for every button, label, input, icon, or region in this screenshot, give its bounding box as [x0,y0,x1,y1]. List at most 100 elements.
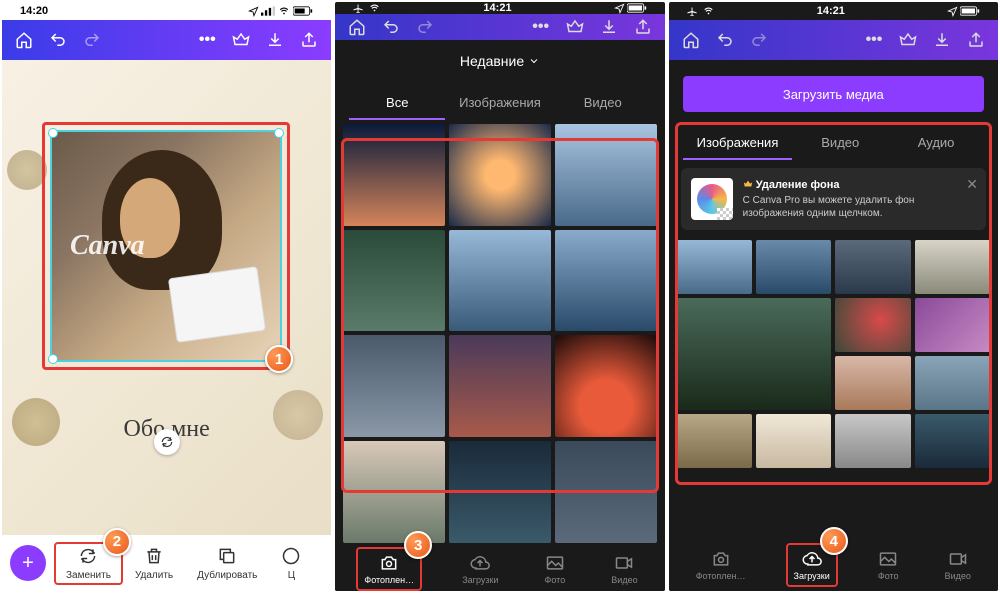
tab-video[interactable]: Видео [792,127,888,160]
upload-thumb[interactable] [835,414,910,468]
airplane-icon [687,6,698,17]
add-button[interactable]: + [10,545,46,581]
close-icon[interactable]: ✕ [966,176,978,193]
home-icon[interactable] [14,30,34,50]
photo-thumb[interactable] [449,441,551,543]
photo-thumb[interactable] [343,230,445,332]
photo-thumb[interactable] [449,230,551,332]
tab-video[interactable]: Видео [555,87,651,120]
download-icon[interactable] [265,30,285,50]
recent-dropdown[interactable]: Недавние [335,40,664,82]
home-icon[interactable] [681,30,701,50]
upload-thumb[interactable] [677,414,752,468]
resize-handle[interactable] [48,128,58,138]
upload-thumb[interactable] [915,356,990,410]
decorative-flower [7,150,47,190]
home-icon[interactable] [347,17,367,37]
redo-icon[interactable] [82,30,102,50]
redo-icon[interactable] [415,17,435,37]
upload-thumb[interactable] [835,356,910,410]
photo-thumb[interactable] [555,335,657,437]
more-icon[interactable]: ••• [531,17,551,37]
resize-handle[interactable] [274,128,284,138]
bottom-nav: Фотоплен… 3 Загрузки Фото Видео [335,547,664,591]
decorative-flower [273,390,323,440]
photo-grid[interactable] [335,120,664,547]
photo-placeholder[interactable]: Canva [52,132,280,360]
crown-icon[interactable] [231,30,251,50]
delete-button[interactable]: Удалить [123,542,185,585]
share-icon[interactable] [299,30,319,50]
tab-audio[interactable]: Аудио [888,127,984,160]
upload-thumb[interactable] [915,298,990,352]
nav-photo[interactable]: Фото [539,549,572,589]
sync-icon[interactable] [154,429,180,455]
canvas-area[interactable]: Canva 1 Обо мне [2,60,331,591]
uploads-grid[interactable] [669,234,998,474]
canva-watermark: Canva [70,230,145,262]
crown-icon[interactable] [565,17,585,37]
photo-thumb[interactable] [555,124,657,226]
nav-uploads[interactable]: Загрузки [456,549,504,589]
nav-camera-roll[interactable]: Фотоплен… [690,545,752,585]
nav-photo[interactable]: Фото [872,545,905,585]
more-icon[interactable]: ••• [864,30,884,50]
replace-button[interactable]: Заменить 2 [54,542,123,585]
share-icon[interactable] [633,17,653,37]
battery-icon [627,3,647,13]
upload-thumb[interactable] [677,298,832,410]
download-icon[interactable] [932,30,952,50]
nav-camera-roll[interactable]: Фотоплен… 3 [356,547,422,591]
upload-thumb[interactable] [915,240,990,294]
bottom-nav: Фотоплен… Загрузки 4 Фото Видео [669,539,998,591]
photo-thumb[interactable] [555,230,657,332]
nav-label: Фотоплен… [364,575,414,585]
battery-icon [293,6,313,16]
nav-label: Фотоплен… [696,571,746,581]
upload-thumb[interactable] [677,240,752,294]
upload-media-button[interactable]: Загрузить медиа [683,76,984,112]
upload-tabs: Изображения Видео Аудио [669,122,998,160]
photo-thumb[interactable] [343,124,445,226]
bottom-toolbar: + Заменить 2 Удалить Дублировать Ц [2,535,331,591]
tool-label: Заменить [66,570,111,581]
photo-thumb[interactable] [449,124,551,226]
nav-video[interactable]: Видео [939,545,977,585]
download-icon[interactable] [599,17,619,37]
photo-thumb[interactable] [449,335,551,437]
resize-handle[interactable] [48,354,58,364]
more-icon[interactable]: ••• [197,30,217,50]
step-1-badge: 1 [265,345,293,373]
tab-images[interactable]: Изображения [683,127,793,160]
tool-label: Удалить [135,570,173,581]
upload-thumb[interactable] [835,240,910,294]
crown-icon[interactable] [898,30,918,50]
tab-all[interactable]: Все [349,87,445,120]
share-icon[interactable] [966,30,986,50]
bg-remove-promo[interactable]: Удаление фона С Canva Pro вы можете удал… [681,168,986,230]
nav-label: Видео [611,575,637,585]
tab-images[interactable]: Изображения [445,87,555,120]
undo-icon[interactable] [48,30,68,50]
color-button-partial[interactable]: Ц [269,542,301,585]
nav-uploads[interactable]: Загрузки 4 [786,543,838,587]
selected-photo-frame[interactable]: Canva 1 [42,122,290,370]
upload-thumb[interactable] [915,414,990,468]
wifi-icon [368,3,381,13]
duplicate-button[interactable]: Дублировать [185,542,269,585]
upload-thumb[interactable] [835,298,910,352]
nav-label: Загрузки [462,575,498,585]
upload-thumb[interactable] [756,414,831,468]
photo-thumb[interactable] [343,335,445,437]
undo-icon[interactable] [381,17,401,37]
status-right [248,6,313,17]
photo-thumb[interactable] [343,441,445,543]
nav-video[interactable]: Видео [605,549,643,589]
uploads-panel: Загрузить медиа Изображения Видео Аудио … [669,60,998,539]
promo-icon [691,178,733,220]
upload-thumb[interactable] [756,240,831,294]
photo-thumb[interactable] [555,441,657,543]
dropdown-label: Недавние [460,53,524,69]
undo-icon[interactable] [715,30,735,50]
redo-icon[interactable] [749,30,769,50]
